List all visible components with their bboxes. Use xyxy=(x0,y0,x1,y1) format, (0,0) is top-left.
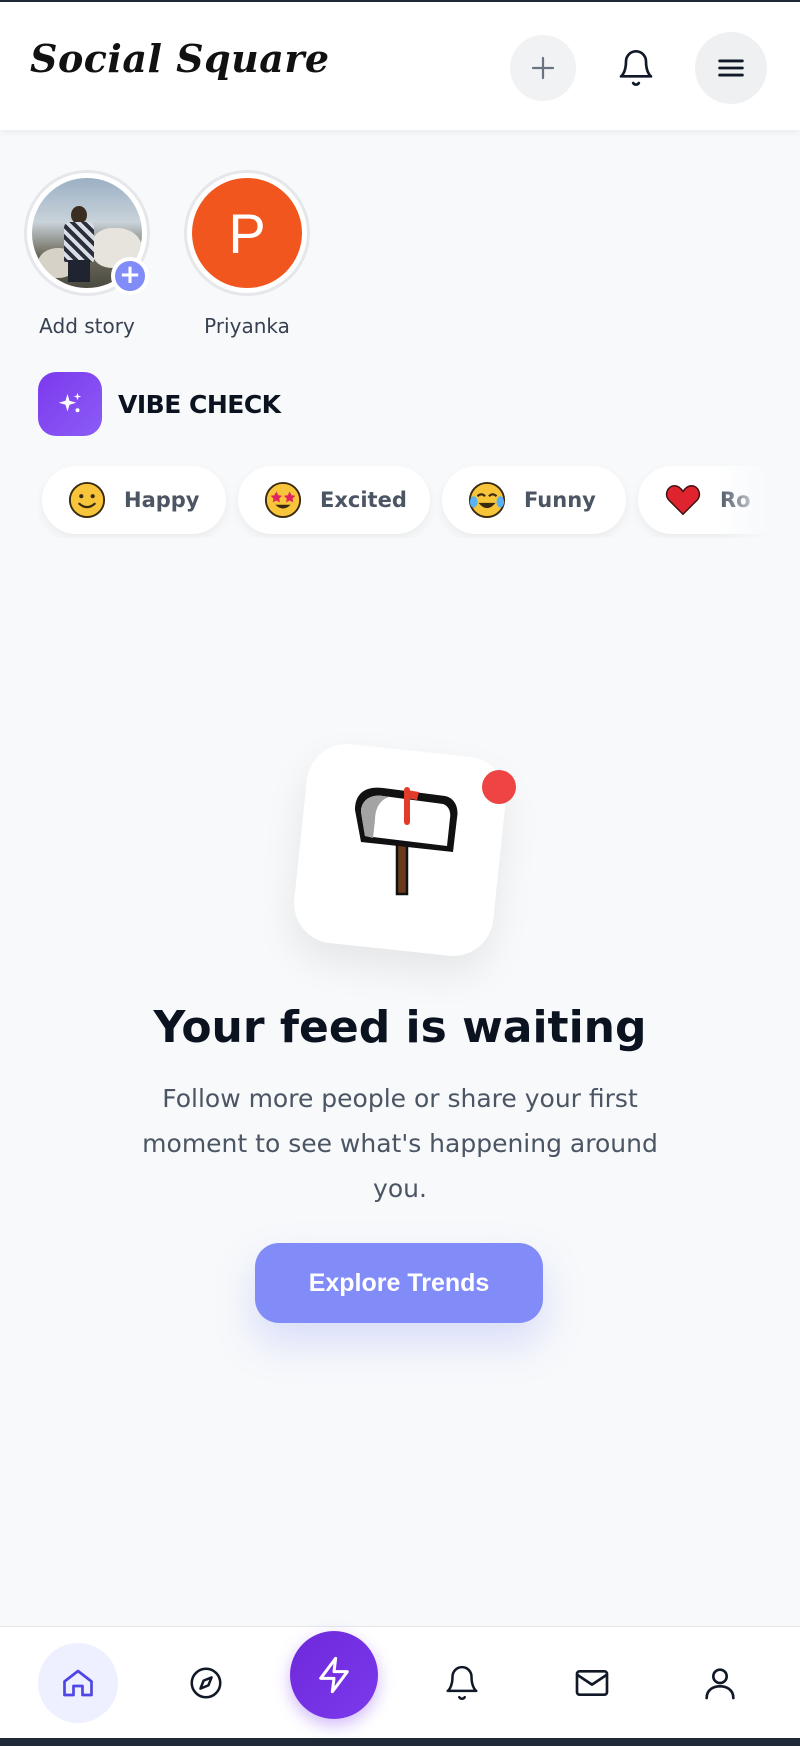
app-logo[interactable]: Social Square xyxy=(30,36,330,81)
red-heart-icon xyxy=(665,485,701,516)
tears-of-joy-face-icon xyxy=(468,481,506,519)
story-priyanka[interactable]: P Priyanka xyxy=(182,170,312,338)
lightning-icon xyxy=(319,1656,349,1694)
vibe-check-title: VIBE CHECK xyxy=(118,389,281,419)
vibe-check-header: VIBE CHECK xyxy=(38,372,281,436)
mood-chip-happy[interactable]: Happy xyxy=(42,466,226,534)
mood-label: Excited xyxy=(320,488,407,512)
nav-profile[interactable] xyxy=(680,1643,760,1723)
explore-trends-button[interactable]: Explore Trends xyxy=(255,1243,543,1323)
bell-icon xyxy=(619,50,653,86)
bell-icon xyxy=(446,1665,478,1700)
hamburger-menu-icon xyxy=(718,59,744,77)
mood-label: Funny xyxy=(524,488,596,512)
story-label: Priyanka xyxy=(204,314,290,338)
top-bar: Social Square xyxy=(0,0,800,130)
plus-icon xyxy=(531,56,555,80)
create-post-button[interactable] xyxy=(510,35,576,101)
menu-button[interactable] xyxy=(695,32,767,104)
nav-create[interactable] xyxy=(290,1631,378,1719)
compass-icon xyxy=(190,1667,222,1699)
empty-state-description: Follow more people or share your first m… xyxy=(142,1084,658,1203)
mail-icon xyxy=(575,1670,609,1696)
mailbox-icon xyxy=(355,787,458,896)
mood-chips: Happy Excited Funny Ro xyxy=(38,462,768,538)
star-struck-face-icon xyxy=(264,481,302,519)
nav-notifications[interactable] xyxy=(422,1643,502,1723)
bottom-edge xyxy=(0,1738,800,1746)
nav-home[interactable] xyxy=(38,1643,118,1723)
nav-messages[interactable] xyxy=(552,1643,632,1723)
notifications-button[interactable] xyxy=(603,35,669,101)
user-icon xyxy=(705,1668,735,1700)
sparkles-icon xyxy=(38,372,102,436)
mood-label: Happy xyxy=(124,488,200,512)
bottom-nav xyxy=(0,1626,800,1738)
home-icon xyxy=(63,1669,93,1697)
add-story-plus-icon[interactable]: + xyxy=(111,257,149,295)
story-ring: P xyxy=(184,170,310,296)
story-ring: + xyxy=(24,170,150,296)
empty-state-title: Your feed is waiting xyxy=(153,1002,647,1053)
slightly-smiling-face-icon xyxy=(68,481,106,519)
nav-explore[interactable] xyxy=(166,1643,246,1723)
avatar: P xyxy=(192,178,302,288)
mood-chip-excited[interactable]: Excited xyxy=(238,466,430,534)
notification-dot xyxy=(482,770,516,804)
mood-chip-funny[interactable]: Funny xyxy=(442,466,626,534)
story-label: Add story xyxy=(39,314,135,338)
story-add[interactable]: + Add story xyxy=(22,170,152,338)
